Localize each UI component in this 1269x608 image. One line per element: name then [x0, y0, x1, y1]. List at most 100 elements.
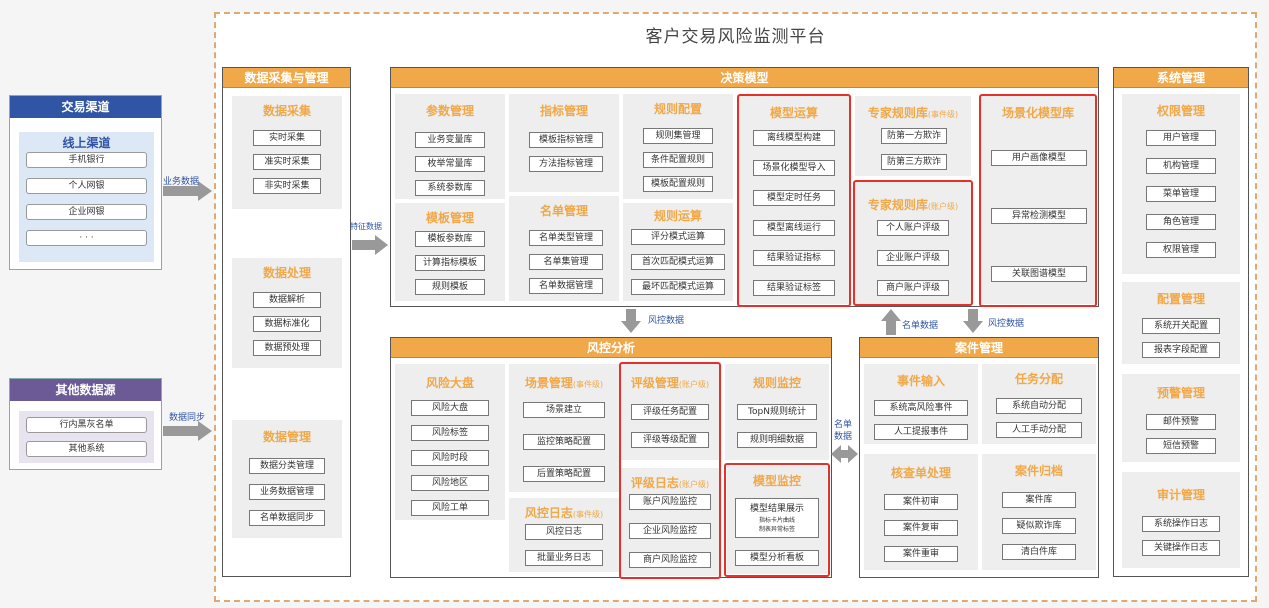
model-calc-highlight: [737, 94, 851, 307]
event-input-item-1: 人工提报事件: [874, 424, 968, 440]
expert-event-item-1: 防第三方欺诈: [881, 154, 947, 170]
risk-log-panel: 风控日志(事件级) 风控日志 批量业务日志: [509, 498, 619, 572]
namelist-item-0: 名单类型管理: [529, 230, 603, 246]
namelist-bidir-left-head: [831, 445, 841, 463]
ruleconf-item-1: 条件配置规则: [643, 152, 713, 168]
ruleconf-item-2: 模板配置规则: [643, 176, 713, 192]
task-assign-item-1: 人工手动分配: [996, 422, 1082, 438]
check-item-0: 案件初审: [884, 494, 958, 510]
warn-item-1: 短信预警: [1146, 438, 1216, 454]
namelist-title: 名单管理: [539, 204, 588, 218]
namelist-bidir-label-b: 数据: [834, 432, 853, 442]
param-panel: 参数管理 业务变量库 枚举常量库 系统参数库: [395, 94, 505, 199]
namelist-item-2: 名单数据管理: [529, 278, 603, 294]
model-monitor-highlight: [724, 463, 830, 577]
risk-data-label-1: 风控数据: [648, 316, 685, 326]
data-sync-arrow: [163, 426, 199, 436]
decision-header: 决策模型: [391, 68, 1098, 88]
rulecalc-title: 规则运算: [653, 209, 702, 223]
rule-monitor-item-0: TopN规则统计: [737, 404, 817, 420]
perm-panel: 权限管理 用户管理 机构管理 菜单管理 角色管理 权限管理: [1122, 94, 1240, 274]
case-mgmt-header: 案件管理: [860, 338, 1098, 358]
event-input-panel: 事件输入 系统高风险事件 人工提报事件: [864, 364, 978, 444]
perm-item-2: 菜单管理: [1146, 186, 1216, 202]
audit-item-1: 关键操作日志: [1142, 540, 1220, 556]
collect-panel: 数据采集 实时采集 准实时采集 非实时采集: [232, 96, 342, 209]
archive-title: 案件归档: [1014, 464, 1063, 478]
non-realtime-collect: 非实时采集: [253, 178, 321, 194]
data-parse: 数据解析: [253, 292, 321, 308]
event-input-title: 事件输入: [896, 374, 945, 388]
audit-panel: 审计管理 系统操作日志 关键操作日志: [1122, 472, 1240, 568]
namelist-sync: 名单数据同步: [249, 510, 325, 526]
channel-personal-ebank: 个人网银: [26, 178, 147, 194]
manage-title: 数据管理: [262, 430, 311, 444]
perm-item-3: 角色管理: [1146, 214, 1216, 230]
other-source-panel: 行内黑灰名单 其他系统: [19, 411, 154, 463]
scene-model-highlight: [979, 94, 1097, 307]
process-panel: 数据处理 数据解析 数据标准化 数据预处理: [232, 258, 342, 368]
ruleconf-panel: 规则配置 规则集管理 条件配置规则 模板配置规则: [623, 94, 733, 199]
archive-item-0: 案件库: [1002, 492, 1076, 508]
param-item-1: 枚举常量库: [415, 156, 485, 172]
check-item-1: 案件复审: [884, 520, 958, 536]
template-item-2: 规则模板: [415, 279, 485, 295]
conf-title: 配置管理: [1156, 292, 1205, 306]
template-item-0: 模板参数库: [415, 231, 485, 247]
online-channel-panel: 线上渠道 手机银行 个人网银 企业网银 · · ·: [19, 132, 154, 262]
check-panel: 核查单处理 案件初审 案件复审 案件重审: [864, 454, 978, 570]
rulecalc-item-0: 评分模式运算: [631, 229, 725, 245]
rule-monitor-panel: 规则监控 TopN规则统计 规则明细数据: [725, 364, 829, 460]
rulecalc-panel: 规则运算 评分模式运算 首次匹配模式运算 最坏匹配模式运算: [623, 203, 733, 301]
indicator-title: 指标管理: [539, 104, 588, 118]
scene-mgmt-panel: 场景管理(事件级) 场景建立 监控策略配置 后置策略配置: [509, 364, 619, 492]
indicator-item-1: 方法指标管理: [529, 156, 603, 172]
expert-event-item-0: 防第一方欺诈: [881, 128, 947, 144]
param-item-0: 业务变量库: [415, 132, 485, 148]
check-item-2: 案件重审: [884, 546, 958, 562]
indicator-item-0: 模板指标管理: [529, 132, 603, 148]
rating-highlight: [619, 362, 721, 579]
warn-item-0: 邮件预警: [1146, 414, 1216, 430]
name-list-arrow-up: [886, 321, 896, 335]
channel-more: · · ·: [26, 230, 147, 246]
risk-data-arrow-1-head: [621, 321, 641, 333]
platform-title: 客户交易风险监测平台: [645, 27, 826, 47]
rulecalc-item-2: 最坏匹配模式运算: [631, 279, 725, 295]
check-title: 核查单处理: [890, 466, 951, 480]
param-item-2: 系统参数库: [415, 180, 485, 196]
namelist-panel: 名单管理 名单类型管理 名单集管理 名单数据管理: [509, 196, 619, 301]
case-mgmt-column: 案件管理 事件输入 系统高风险事件 人工提报事件 任务分配 系统自动分配 人工手…: [859, 337, 1099, 578]
risk-board-item-1: 风险标签: [411, 425, 489, 441]
data-sync-arrow-head: [198, 421, 212, 441]
near-realtime-collect: 准实时采集: [253, 154, 321, 170]
expert-event-title: 专家规则库(事件级): [867, 106, 959, 120]
trade-channel-box: 交易渠道 线上渠道 手机银行 个人网银 企业网银 · · ·: [9, 95, 162, 270]
feature-arrow-head: [375, 235, 388, 255]
trade-channel-header: 交易渠道: [10, 96, 161, 118]
template-title: 模板管理: [425, 211, 474, 225]
decision-model-column: 决策模型 参数管理 业务变量库 枚举常量库 系统参数库 模板管理 模板参数库 计…: [390, 67, 1099, 307]
conf-panel: 配置管理 系统开关配置 报表字段配置: [1122, 282, 1240, 364]
collect-title: 数据采集: [262, 104, 311, 118]
task-assign-title: 任务分配: [1014, 372, 1063, 386]
indicator-panel: 指标管理 模板指标管理 方法指标管理: [509, 94, 619, 192]
channel-mobile-bank: 手机银行: [26, 152, 147, 168]
task-assign-panel: 任务分配 系统自动分配 人工手动分配: [982, 364, 1096, 444]
conf-item-0: 系统开关配置: [1142, 318, 1220, 334]
rulecalc-item-1: 首次匹配模式运算: [631, 254, 725, 270]
expert-event-panel: 专家规则库(事件级) 防第一方欺诈 防第三方欺诈: [855, 96, 971, 176]
biz-data-label: 业务数据: [163, 177, 200, 187]
source-other-system: 其他系统: [26, 441, 147, 457]
feature-label: 特征数据: [350, 222, 382, 231]
event-input-item-0: 系统高风险事件: [874, 400, 968, 416]
ruleconf-item-0: 规则集管理: [643, 128, 713, 144]
archive-item-2: 清白件库: [1002, 544, 1076, 560]
perm-item-0: 用户管理: [1146, 130, 1216, 146]
rule-monitor-item-1: 规则明细数据: [737, 432, 817, 448]
data-preprocess: 数据预处理: [253, 340, 321, 356]
data-category-mgmt: 数据分类管理: [249, 458, 325, 474]
name-list-arrow-up-head: [881, 309, 901, 321]
risk-log-item-0: 风控日志: [525, 524, 603, 540]
scene-mgmt-item-2: 后置策略配置: [523, 466, 605, 482]
